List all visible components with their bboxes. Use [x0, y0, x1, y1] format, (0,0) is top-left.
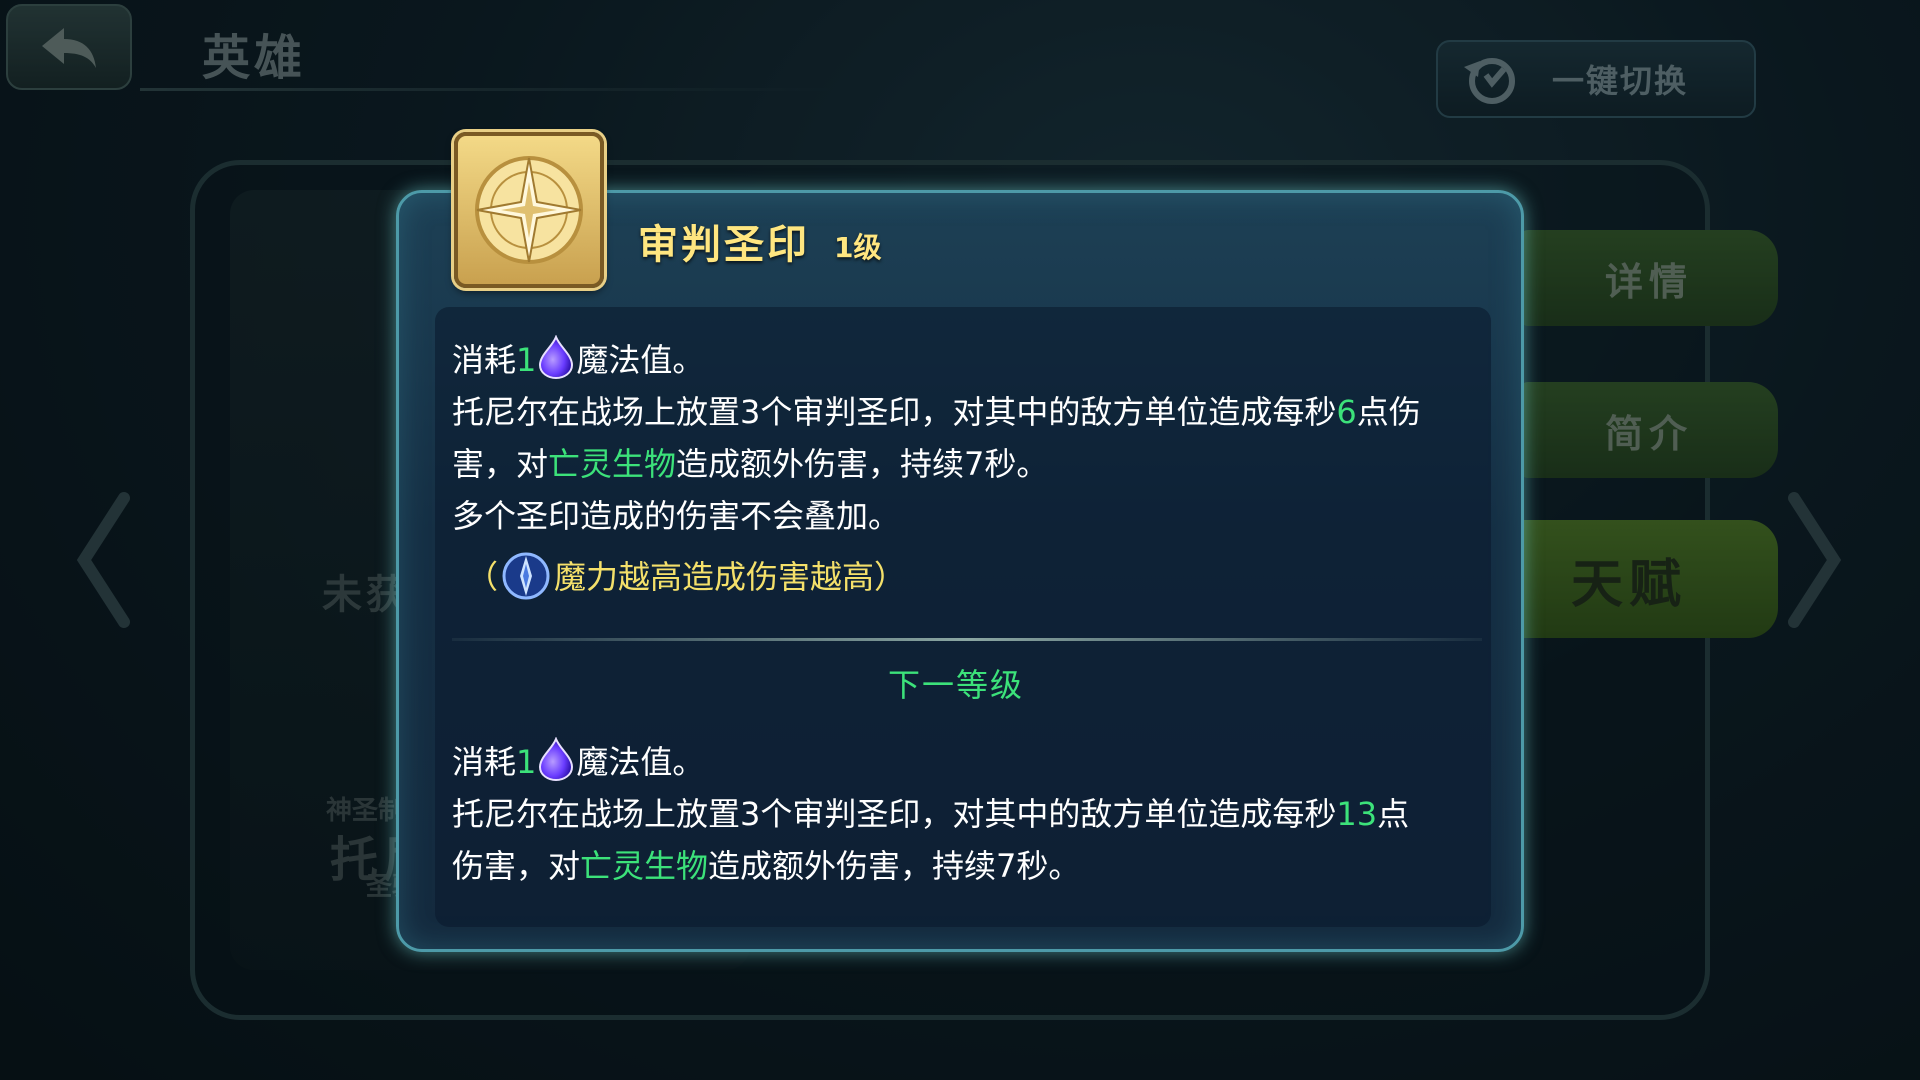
damage-value: 13 [1336, 795, 1378, 833]
effect-text: 托尼尔在战场上放置3个审判圣印，对其中的敌方单位造成每秒 [452, 393, 1337, 431]
current-effect-line-2: 害，对亡灵生物造成额外伤害，持续7秒。 [452, 438, 1048, 490]
current-effect-line-1: 托尼尔在战场上放置3个审判圣印，对其中的敌方单位造成每秒6点伤 [452, 386, 1421, 438]
cost-prefix: 消耗 [452, 743, 517, 781]
cost-value: 1 [516, 743, 537, 781]
magic-scaling-note: （ 魔力越高造成伤害越高） [466, 550, 906, 603]
paren-close: ） [874, 558, 907, 596]
cost-suffix: 魔法值。 [576, 341, 705, 379]
cost-suffix: 魔法值。 [576, 743, 705, 781]
effect-text: 点伤 [1356, 393, 1421, 431]
next-effect-line-1: 托尼尔在战场上放置3个审判圣印，对其中的敌方单位造成每秒13点 [452, 788, 1409, 840]
paren-open: （ [466, 558, 499, 596]
compass-star-icon [475, 156, 583, 264]
effect-text: 点 [1377, 795, 1410, 833]
undead-keyword: 亡灵生物 [580, 847, 709, 885]
magic-note-text: 魔力越高造成伤害越高 [554, 558, 875, 596]
next-cost-line: 消耗1 魔法值。 [452, 736, 704, 788]
effect-text: 害，对 [452, 445, 549, 483]
cost-value: 1 [516, 341, 537, 379]
mana-drop-icon [536, 736, 576, 782]
damage-value: 6 [1336, 393, 1357, 431]
effect-text: 托尼尔在战场上放置3个审判圣印，对其中的敌方单位造成每秒 [452, 795, 1337, 833]
rune-name: 审判圣印 [638, 222, 810, 268]
effect-text: 伤害，对 [452, 847, 581, 885]
current-cost-line: 消耗1 魔法值。 [452, 334, 704, 386]
next-level-heading: 下一等级 [888, 666, 1025, 704]
rune-icon [454, 132, 604, 288]
current-stack-note: 多个圣印造成的伤害不会叠加。 [452, 497, 901, 535]
magic-power-icon [500, 550, 552, 602]
cost-prefix: 消耗 [452, 341, 517, 379]
rune-level: 1级 [834, 231, 882, 264]
effect-text: 造成额外伤害，持续7秒。 [708, 847, 1081, 885]
undead-keyword: 亡灵生物 [548, 445, 677, 483]
effect-text: 造成额外伤害，持续7秒。 [676, 445, 1049, 483]
next-effect-line-2: 伤害，对亡灵生物造成额外伤害，持续7秒。 [452, 840, 1080, 892]
mana-drop-icon [536, 334, 576, 380]
section-divider [452, 638, 1482, 641]
